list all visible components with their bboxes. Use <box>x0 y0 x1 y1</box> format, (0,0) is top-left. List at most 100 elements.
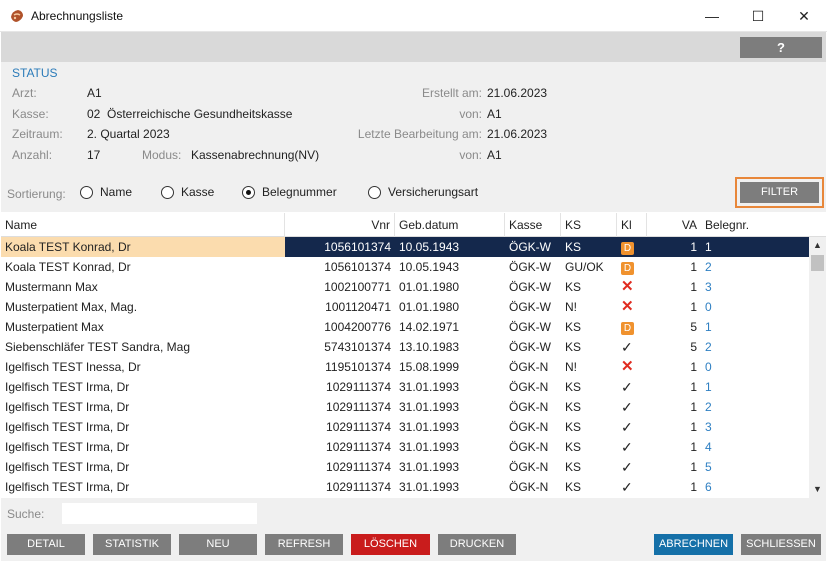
cell-kl: D <box>617 237 647 257</box>
sort-radio-versicherungsart[interactable]: Versicherungsart <box>368 185 478 199</box>
sort-radio-belegnummer[interactable]: Belegnummer <box>242 185 337 199</box>
error-x-icon: ✕ <box>621 278 634 295</box>
status-heading: STATUS <box>12 66 58 80</box>
cell-geb: 31.01.1993 <box>399 380 460 394</box>
column-header-kl[interactable]: Kl <box>617 213 647 237</box>
cell-belegnr: 6 <box>705 480 712 494</box>
table-row[interactable]: Koala TEST Konrad, Dr 1056101374 10.05.194… <box>1 257 809 277</box>
sort-radio-kasse[interactable]: Kasse <box>161 185 214 199</box>
neu-button[interactable]: NEU <box>179 534 257 555</box>
modus-value: Kassenabrechnung(NV) <box>191 148 320 162</box>
cell-kl: ✕ <box>617 297 647 317</box>
drucken-button[interactable]: DRUCKEN <box>438 534 516 555</box>
zeitraum-label: Zeitraum: <box>12 127 63 141</box>
table-row[interactable]: Igelfisch TEST Irma, Dr 1029111374 31.01.1… <box>1 377 809 397</box>
cell-va: 1 <box>690 300 697 314</box>
cell-ks: KS <box>565 480 582 494</box>
cell-name: Musterpatient Max, Mag. <box>5 300 138 314</box>
table-header: Name Vnr Geb.datum Kasse KS Kl VA Belegn… <box>1 213 826 237</box>
cell-va: 1 <box>690 480 697 494</box>
cell-kasse: ÖGK-W <box>505 237 561 257</box>
column-header-ks[interactable]: KS <box>561 213 617 237</box>
table-row[interactable]: Musterpatient Max, Mag. 1001120471 01.01.1… <box>1 297 809 317</box>
table-row[interactable]: Igelfisch TEST Irma, Dr 1029111374 31.01.1… <box>1 477 809 497</box>
table-row[interactable]: Igelfisch TEST Inessa, Dr 1195101374 15.08… <box>1 357 809 377</box>
cell-name: Igelfisch TEST Irma, Dr <box>5 480 130 494</box>
maximize-button[interactable]: ☐ <box>735 0 781 32</box>
cell-geb: 31.01.1993 <box>399 400 460 414</box>
minimize-button[interactable]: — <box>689 0 735 32</box>
radio-circle[interactable] <box>80 185 93 199</box>
cell-kl: ✕ <box>617 277 647 297</box>
checkmark-icon: ✓ <box>621 479 633 495</box>
cell-vnr: 1195101374 <box>325 360 391 374</box>
cell-belegnr: 1 <box>705 380 712 394</box>
sort-option-label: Versicherungsart <box>388 185 479 199</box>
cell-va: 1 <box>690 460 697 474</box>
loeschen-button[interactable]: LÖSCHEN <box>351 534 430 555</box>
help-button[interactable]: ? <box>740 37 822 58</box>
cell-va: 1 <box>690 360 697 374</box>
radio-circle-selected[interactable] <box>242 185 255 199</box>
table-row[interactable]: Igelfisch TEST Irma, Dr 1029111374 31.01.1… <box>1 457 809 477</box>
bearbeitet-von-value: A1 <box>487 148 502 162</box>
cell-geb: 31.01.1993 <box>399 480 460 494</box>
cell-kasse: ÖGK-N <box>509 440 549 454</box>
column-header-va[interactable]: VA <box>647 213 701 237</box>
refresh-button[interactable]: REFRESH <box>265 534 343 555</box>
cell-vnr: 1029111374 <box>326 480 391 494</box>
schliessen-button[interactable]: SCHLIESSEN <box>741 534 821 555</box>
column-header-name[interactable]: Name <box>1 213 285 237</box>
cell-belegnr: 3 <box>705 420 712 434</box>
column-header-kasse[interactable]: Kasse <box>505 213 561 237</box>
search-input[interactable] <box>62 503 257 524</box>
table-row[interactable]: Mustermann Max 1002100771 01.01.1980 ÖGK-W K… <box>1 277 809 297</box>
table-row[interactable]: Siebenschläfer TEST Sandra, Mag 574310137… <box>1 337 809 357</box>
table-row[interactable]: Igelfisch TEST Irma, Dr 1029111374 31.01.1… <box>1 417 809 437</box>
cell-kasse: ÖGK-W <box>509 340 551 354</box>
sort-radio-name[interactable]: Name <box>80 185 132 199</box>
table-row[interactable]: Koala TEST Konrad, Dr 1056101374 10.05.194… <box>1 237 809 257</box>
column-header-vnr[interactable]: Vnr <box>285 213 395 237</box>
cell-name: Igelfisch TEST Irma, Dr <box>5 420 130 434</box>
cell-va: 1 <box>647 237 701 257</box>
sort-option-label: Kasse <box>181 185 215 199</box>
table-row[interactable]: Igelfisch TEST Irma, Dr 1029111374 31.01.1… <box>1 397 809 417</box>
scroll-down-icon[interactable]: ▼ <box>809 481 826 498</box>
detail-button[interactable]: DETAIL <box>7 534 85 555</box>
vertical-scrollbar[interactable]: ▲ ▼ <box>809 237 826 498</box>
cell-kasse: ÖGK-N <box>509 460 549 474</box>
cell-ks: KS <box>565 400 582 414</box>
radio-circle[interactable] <box>368 185 381 199</box>
close-window-button[interactable]: ✕ <box>781 0 827 32</box>
radio-circle[interactable] <box>161 185 174 199</box>
status-panel: STATUS Arzt: A1 Kasse: 02 Österreichisch… <box>1 62 826 172</box>
cell-belegnr: 0 <box>705 360 712 374</box>
table-row[interactable]: Igelfisch TEST Irma, Dr 1029111374 31.01.1… <box>1 437 809 457</box>
letzte-bearbeitung-label: Letzte Bearbeitung am: <box>357 127 482 141</box>
statistik-button[interactable]: STATISTIK <box>93 534 171 555</box>
scroll-up-icon[interactable]: ▲ <box>809 237 826 254</box>
warning-badge-icon: D <box>621 322 634 335</box>
bearbeitet-von-label: von: <box>459 148 482 162</box>
abrechnen-button[interactable]: ABRECHNEN <box>654 534 733 555</box>
cell-kl: ✓ <box>617 337 647 357</box>
cell-kl: ✓ <box>617 477 647 497</box>
cell-geb: 31.01.1993 <box>399 420 460 434</box>
column-header-geb[interactable]: Geb.datum <box>395 213 505 237</box>
cell-belegnr: 3 <box>705 280 712 294</box>
search-bar: Suche: <box>1 498 826 529</box>
error-x-icon: ✕ <box>621 298 634 315</box>
scroll-thumb[interactable] <box>811 255 824 271</box>
column-header-belegnr[interactable]: Belegnr. <box>701 213 809 237</box>
checkmark-icon: ✓ <box>621 379 633 395</box>
cell-kasse: ÖGK-N <box>509 360 549 374</box>
help-bar: ? <box>1 32 826 62</box>
checkmark-icon: ✓ <box>621 419 633 435</box>
cell-vnr: 1029111374 <box>326 380 391 394</box>
cell-geb: 10.05.1943 <box>395 237 505 257</box>
cell-belegnr: 2 <box>705 260 712 274</box>
table-row[interactable]: Musterpatient Max 1004200776 14.02.1971 ÖGK… <box>1 317 809 337</box>
filter-button[interactable]: FILTER <box>740 182 819 203</box>
cell-kasse: ÖGK-W <box>509 300 551 314</box>
